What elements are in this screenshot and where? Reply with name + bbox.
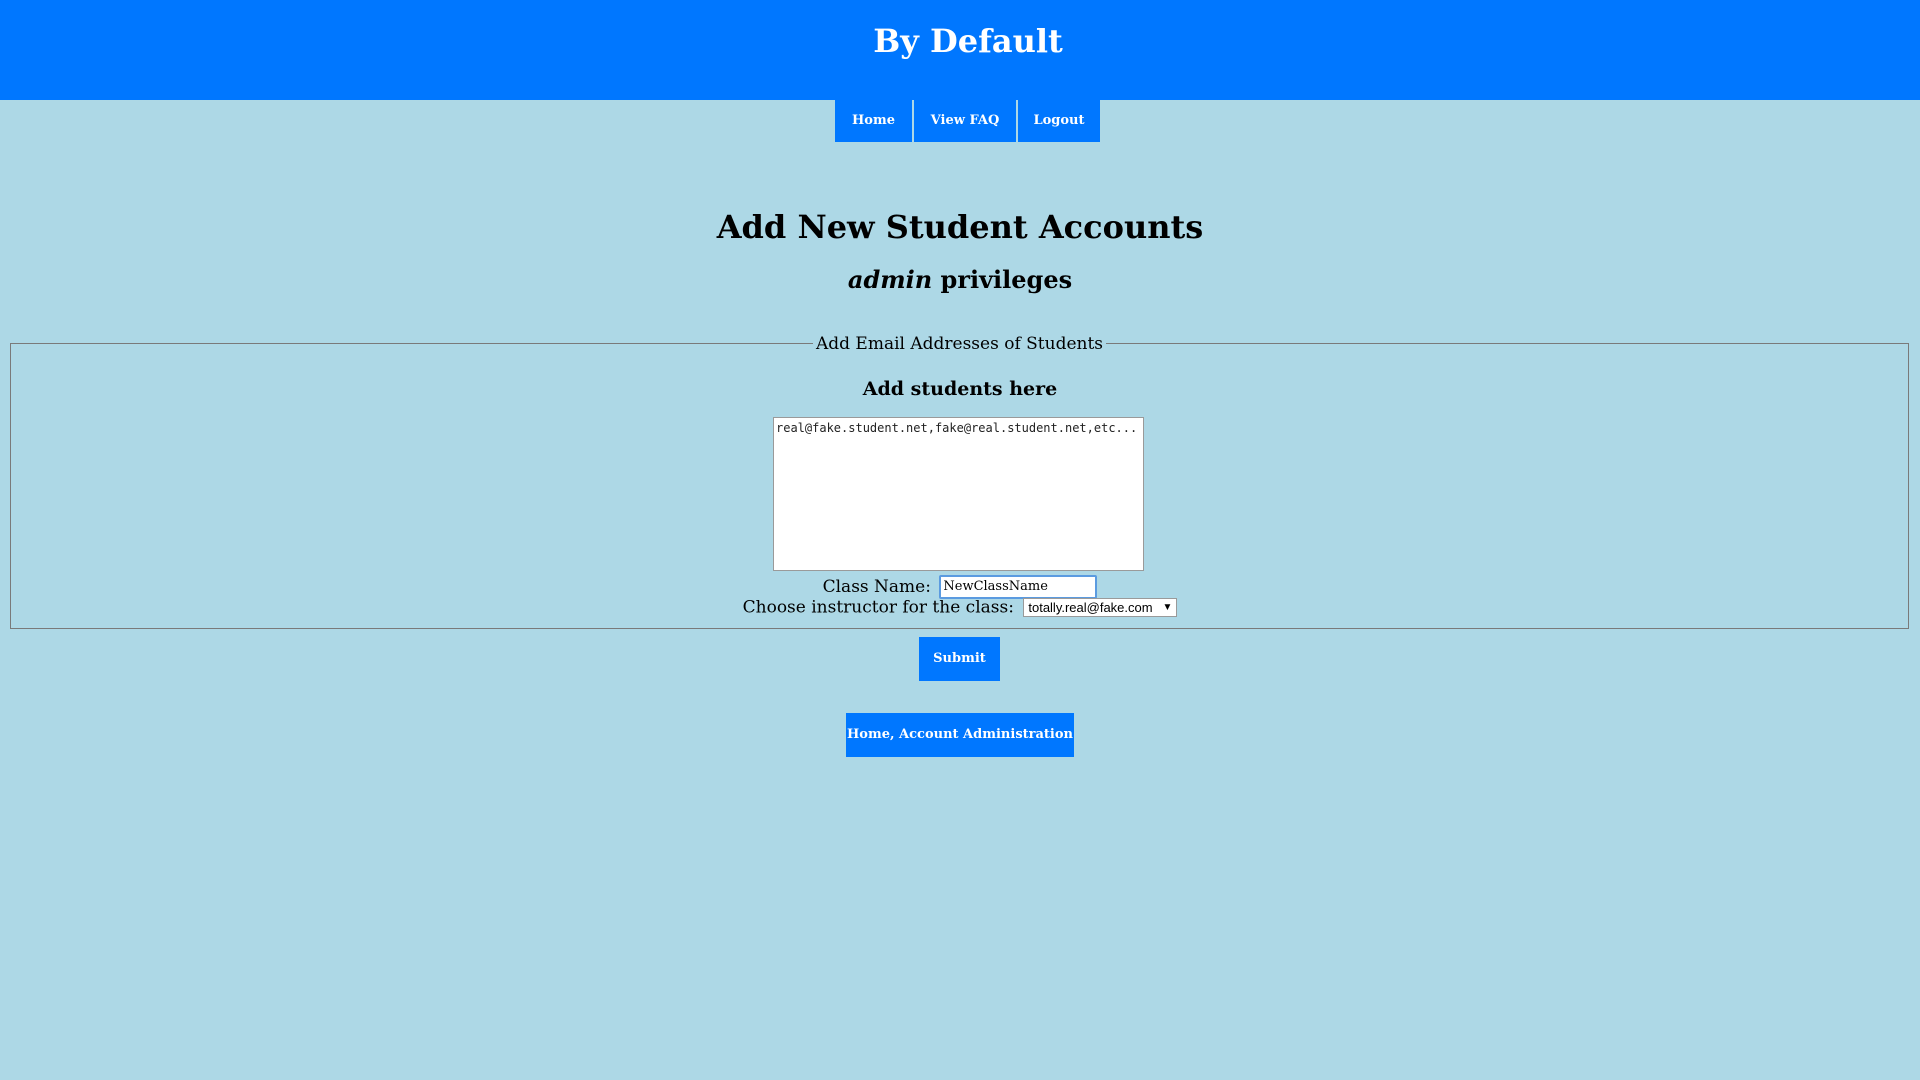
site-title: By Default	[873, 22, 1063, 60]
instructor-select[interactable]: totally.real@fake.com ▼	[1023, 598, 1178, 617]
add-students-heading: Add students here	[862, 378, 1058, 400]
home-account-administration-button[interactable]: Home, Account Administration	[846, 713, 1074, 757]
nav-view-faq-link[interactable]: View FAQ	[914, 100, 1016, 142]
instructor-label: Choose instructor for the class:	[742, 597, 1014, 618]
site-header: By Default	[0, 0, 1920, 100]
role-name: admin	[847, 265, 933, 294]
instructor-row: Choose instructor for the class: totally…	[0, 596, 1920, 619]
chevron-down-icon: ▼	[1162, 602, 1173, 613]
submit-button[interactable]: Submit	[919, 637, 1000, 681]
nav-logout-link[interactable]: Logout	[1018, 100, 1100, 142]
instructor-selected-value: totally.real@fake.com	[1028, 600, 1153, 615]
nav-home-link[interactable]: Home	[835, 100, 912, 142]
student-emails-textarea[interactable]: real@fake.student.net,fake@real.student.…	[773, 417, 1144, 571]
fieldset-legend-text: Add Email Addresses of Students	[812, 334, 1107, 354]
page-title: Add New Student Accounts	[716, 208, 1204, 246]
top-nav: Home View FAQ Logout	[835, 100, 1100, 142]
class-name-label: Class Name:	[822, 577, 931, 597]
privileges-text: privileges	[932, 265, 1073, 294]
page-subtitle: admin privileges	[0, 262, 1920, 298]
fieldset-legend: Add Email Addresses of Students	[11, 334, 1908, 354]
